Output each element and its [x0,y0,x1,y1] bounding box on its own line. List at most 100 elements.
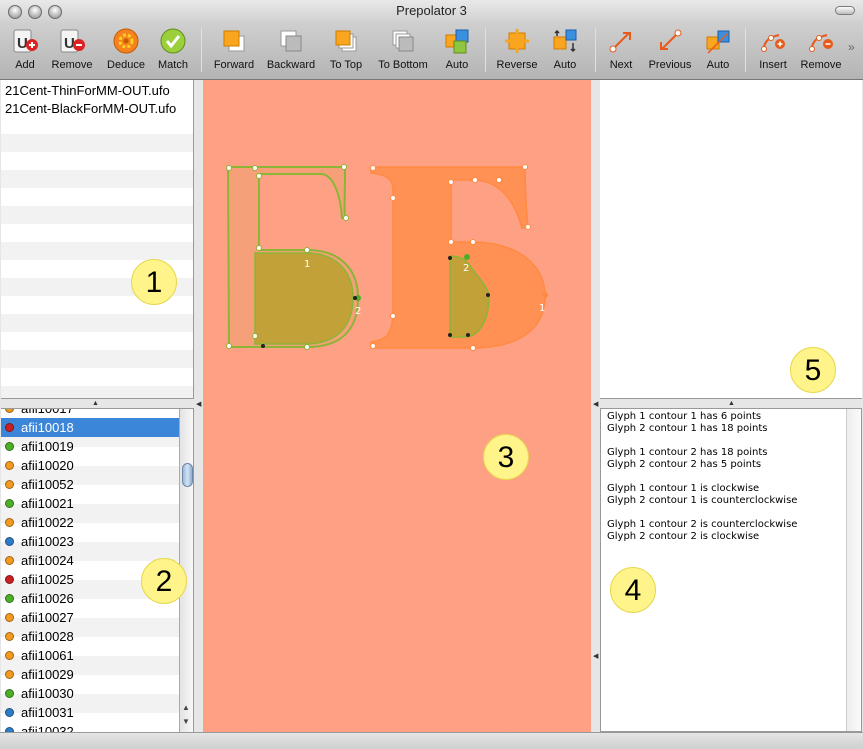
app-window: Prepolator 3 U Add U Remove Deduce Match… [0,0,863,749]
glyph-list-item[interactable]: afii10027 [1,608,179,627]
reverse-label: Reverse [496,59,538,71]
annotation-badge-1: 1 [131,259,177,305]
insert-point-button[interactable]: Insert [754,27,792,75]
auto-direction-icon [553,29,577,53]
status-dot-icon [5,575,14,584]
annotation-badge-4: 4 [610,567,656,613]
annotation-badge-3: 3 [483,434,529,480]
toolbar-separator [595,28,596,72]
forward-label: Forward [213,59,255,71]
font-list: 21Cent-ThinForMM-OUT.ufo 21Cent-BlackFor… [1,80,194,399]
glyph-list-item[interactable]: afii10018 [1,418,179,437]
glyph-list-item[interactable]: afii10021 [1,494,179,513]
remove-label: Remove [51,59,93,71]
glyph-list-item[interactable]: afii10017 [1,408,179,418]
glyph-name: afii10017 [21,408,74,416]
glyph-list-item[interactable]: afii10019 [1,437,179,456]
splitter-handle-icon[interactable]: ▲ [92,400,99,407]
next-point-icon [609,32,631,53]
contour-label: 2 [355,306,361,317]
glyph-name: afii10028 [21,629,74,644]
glyph-list-item[interactable]: afii10029 [1,665,179,684]
toolbar-overflow-icon[interactable]: » [848,40,855,54]
glyph-list-item[interactable]: afii10020 [1,456,179,475]
glyph-name: afii10018 [21,420,74,435]
glyph-list-item[interactable]: afii10028 [1,627,179,646]
auto-start-point-label: Auto [706,59,730,71]
status-bar [0,732,863,749]
status-dot-icon [5,409,14,413]
status-dot-icon [5,499,14,508]
glyph-list-item[interactable]: afii10061 [1,646,179,665]
contour-label: 1 [539,303,545,314]
deduce-button[interactable]: Deduce [104,27,148,75]
glyph-name: afii10026 [21,591,74,606]
auto-order-label: Auto [445,59,469,71]
glyph-name: afii10031 [21,705,74,720]
glyph-preview[interactable]: 1 2 1 2 [203,80,591,732]
toolbar-toggle-button[interactable] [835,6,855,15]
auto-start-point-icon [706,30,730,54]
glyph-name: afii10027 [21,610,74,625]
status-dot-icon [5,556,14,565]
glyph-list-item[interactable]: afii10031 [1,703,179,722]
toolbar-separator [745,28,746,72]
insert-point-icon [761,34,785,52]
glyph-2-outline[interactable] [370,164,549,351]
auto-start-point-button[interactable]: Auto [702,27,734,75]
status-dot-icon [5,670,14,679]
glyph-list-item[interactable]: afii10052 [1,475,179,494]
reverse-button[interactable]: Reverse [494,27,540,75]
to-bottom-label: To Bottom [378,59,428,71]
forward-button[interactable]: Forward [210,27,258,75]
deduce-label: Deduce [107,59,145,71]
auto-order-button[interactable]: Auto [440,27,474,75]
status-dot-icon [5,423,14,432]
add-button[interactable]: U Add [6,27,44,75]
remove-font-icon: U [60,29,85,53]
glyph-name: afii10019 [21,439,74,454]
auto-order-icon [445,29,469,54]
status-dot-icon [5,708,14,717]
bring-to-top-icon [335,30,357,52]
glyph-list-item[interactable]: afii10030 [1,684,179,703]
window-title: Prepolator 3 [396,3,467,18]
remove-button[interactable]: U Remove [50,27,94,75]
backward-button[interactable]: Backward [264,27,318,75]
glyph-name: afii10020 [21,458,74,473]
remove-point-label: Remove [800,59,842,71]
glyph-name: afii10021 [21,496,74,511]
move-backward-icon [280,30,302,52]
splitter-handle-icon[interactable]: ▲ [728,400,735,407]
auto-direction-button[interactable]: Auto [548,27,582,75]
to-top-button[interactable]: To Top [324,27,368,75]
to-top-label: To Top [329,59,363,71]
splitter-handle-icon[interactable]: ◀ [196,400,201,408]
font-list-item[interactable]: 21Cent-BlackForMM-OUT.ufo [1,100,193,118]
remove-point-button[interactable]: Remove [798,27,844,75]
glyph-list-item[interactable]: afii10023 [1,532,179,551]
send-to-bottom-icon [392,30,414,52]
toolbar-separator [201,28,202,72]
scroll-down-icon[interactable]: ▼ [182,717,190,726]
add-font-icon: U [13,29,38,53]
report-scrollbar[interactable] [846,409,861,731]
glyph-1-outline[interactable] [226,164,362,350]
add-label: Add [15,59,35,71]
glyph-list-item[interactable]: afii10022 [1,513,179,532]
match-button[interactable]: Match [154,27,192,75]
match-label: Match [158,59,188,71]
gear-icon [113,28,139,54]
splitter-handle-icon[interactable]: ◀ [593,400,598,408]
splitter-handle-icon[interactable]: ◀ [593,652,598,660]
to-bottom-button[interactable]: To Bottom [373,27,433,75]
scroll-up-icon[interactable]: ▲ [182,703,190,712]
next-button[interactable]: Next [604,27,638,75]
status-dot-icon [5,461,14,470]
previous-button[interactable]: Previous [645,27,695,75]
font-list-item[interactable]: 21Cent-ThinForMM-OUT.ufo [1,82,193,100]
glyph-name: afii10029 [21,667,74,682]
insert-label: Insert [759,59,787,71]
scrollbar-thumb[interactable] [182,463,193,487]
next-label: Next [609,59,633,71]
